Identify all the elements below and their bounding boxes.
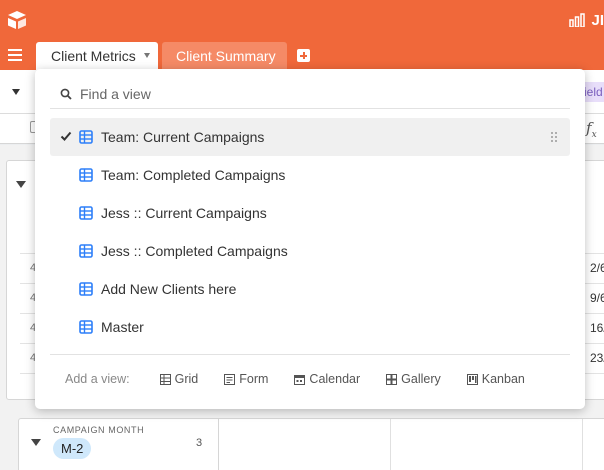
add-view-label: Add a view: [65, 372, 130, 386]
grid-view-icon [79, 320, 93, 334]
group-record-count: 3 [196, 437, 203, 449]
add-calendar-view-button[interactable]: Calendar [294, 372, 360, 386]
tab-label: Client Summary [176, 48, 276, 64]
view-item-team-completed-campaigns[interactable]: Team: Completed Campaigns [50, 156, 570, 194]
add-view-row: Add a view: Grid Form Calendar Gallery K… [65, 371, 551, 387]
form-icon [224, 373, 236, 385]
column-divider [582, 419, 583, 470]
view-item-add-new-clients[interactable]: Add New Clients here [50, 270, 570, 308]
add-option-label: Kanban [481, 372, 525, 386]
tab-label: Client Metrics [51, 48, 136, 64]
grid-view-icon [79, 282, 93, 296]
checkmark-icon [60, 131, 72, 141]
view-search-input[interactable] [80, 83, 560, 105]
view-list: Team: Current Campaigns Team: Completed … [50, 118, 570, 346]
add-option-label: Calendar [309, 372, 361, 386]
drag-handle-icon[interactable] [550, 131, 558, 143]
search-icon [60, 88, 72, 100]
header-right: JI [569, 10, 604, 30]
column-divider [390, 419, 391, 470]
kanban-icon [466, 373, 478, 385]
view-label: Team: Completed Campaigns [101, 167, 286, 183]
grid-icon [159, 373, 171, 385]
add-option-label: Form [239, 372, 269, 386]
bar-chart-icon[interactable] [569, 13, 586, 27]
grid-view-icon [79, 244, 93, 258]
view-label: Add New Clients here [101, 281, 237, 297]
view-item-team-current-campaigns[interactable]: Team: Current Campaigns [50, 118, 570, 156]
tab-client-summary[interactable]: Client Summary [162, 42, 287, 70]
view-label: Team: Current Campaigns [101, 129, 265, 145]
date-cell[interactable]: 9/6 [590, 291, 604, 305]
view-item-jess-completed-campaigns[interactable]: Jess :: Completed Campaigns [50, 232, 570, 270]
add-table-icon[interactable] [297, 49, 310, 62]
base-title-fragment: JI [591, 11, 604, 29]
date-cell[interactable]: 23/ [590, 351, 604, 365]
add-option-label: Grid [174, 372, 199, 386]
divider [50, 354, 570, 355]
grid-view-icon [79, 130, 93, 144]
app-header: JI [0, 0, 604, 42]
chevron-down-icon [144, 53, 150, 58]
group-collapse-icon[interactable] [16, 181, 26, 188]
hamburger-icon[interactable] [8, 49, 22, 61]
gallery-icon [386, 373, 398, 385]
logo-icon[interactable] [6, 10, 28, 30]
add-form-view-button[interactable]: Form [224, 372, 268, 386]
group-value-badge: M-2 [53, 438, 92, 459]
grid-view-icon [79, 168, 93, 182]
add-grid-view-button[interactable]: Grid [159, 372, 199, 386]
view-label: Jess :: Completed Campaigns [101, 243, 288, 259]
view-label: Master [101, 319, 144, 335]
tab-bar: Client Metrics Client Summary [0, 42, 604, 70]
date-cell[interactable]: 2/6 [590, 261, 604, 275]
view-search-row [50, 79, 570, 109]
add-kanban-view-button[interactable]: Kanban [466, 372, 525, 386]
collapse-caret-icon[interactable] [12, 89, 20, 95]
view-label: Jess :: Current Campaigns [101, 205, 267, 221]
group-field-label: CAMPAIGN MONTH [53, 425, 145, 435]
grid-view-icon [79, 206, 93, 220]
tab-client-metrics[interactable]: Client Metrics [36, 42, 158, 70]
group-collapse-icon[interactable] [31, 439, 41, 446]
calendar-icon [294, 374, 306, 385]
add-option-label: Gallery [401, 372, 441, 386]
view-switcher-dropdown: Team: Current Campaigns Team: Completed … [35, 69, 585, 409]
view-item-jess-current-campaigns[interactable]: Jess :: Current Campaigns [50, 194, 570, 232]
date-cell[interactable]: 16/ [590, 321, 604, 335]
add-gallery-view-button[interactable]: Gallery [386, 372, 441, 386]
view-item-master[interactable]: Master [50, 308, 570, 346]
formula-icon[interactable]: fx [586, 119, 597, 140]
